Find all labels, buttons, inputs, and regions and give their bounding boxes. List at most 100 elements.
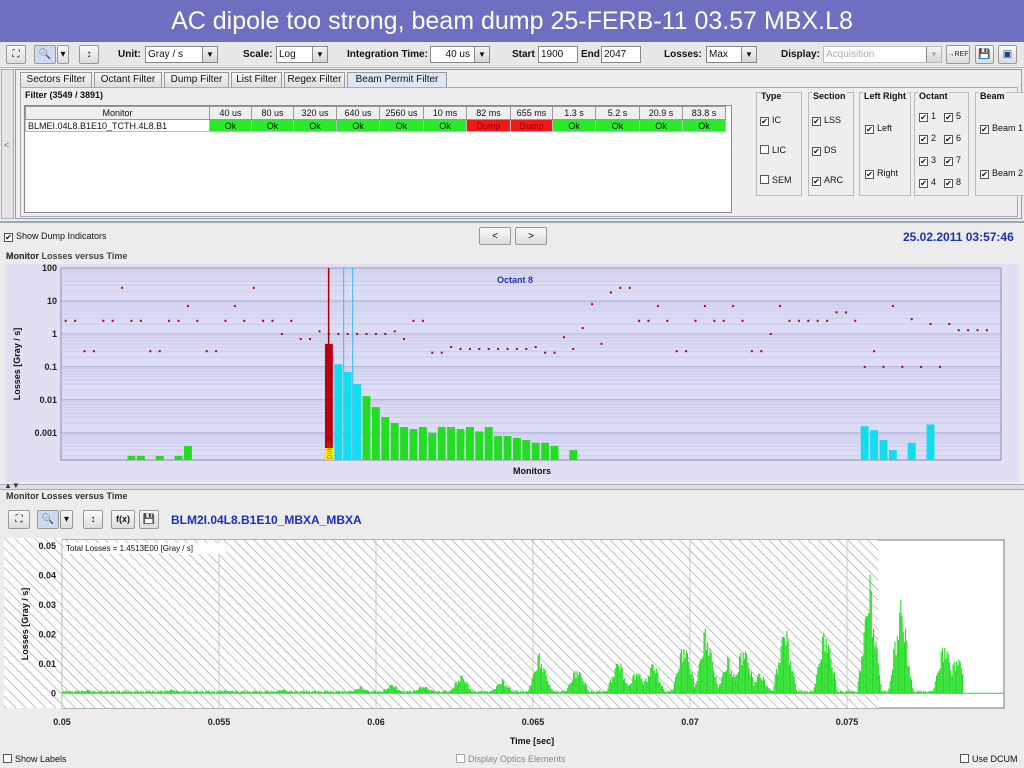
checkbox-octant-5[interactable]: ✔ 7: [944, 155, 961, 166]
checkbox-octant-2[interactable]: ✔ 2: [919, 133, 936, 144]
bar[interactable]: [400, 427, 409, 460]
save-icon[interactable]: 💾: [975, 45, 994, 64]
splitter[interactable]: [0, 484, 1024, 490]
bar[interactable]: [127, 455, 136, 460]
collapse-handle[interactable]: <: [1, 69, 14, 219]
bar[interactable]: [888, 450, 897, 460]
fit-view-icon-2[interactable]: ⛶: [8, 510, 30, 529]
checkbox-octant-7[interactable]: ✔ 8: [944, 177, 961, 188]
bar[interactable]: [174, 455, 183, 460]
tab-dump-filter[interactable]: Dump Filter: [164, 72, 229, 87]
bar[interactable]: [860, 426, 869, 460]
monitor-losses-chart[interactable]: 0.05 0.055 0.06 0.065 0.07 0.075 0.05 0.04 0.03 0…: [4, 538, 1020, 750]
tab-list-filter[interactable]: List Filter: [231, 72, 282, 87]
checkbox-type-1[interactable]: LIC: [760, 145, 786, 155]
checkbox-type-0[interactable]: ✔ IC: [760, 115, 781, 126]
display-select[interactable]: Acquisition ▼: [823, 46, 942, 63]
zoom-icon[interactable]: 🔍: [34, 45, 56, 64]
window-icon[interactable]: ▣: [998, 45, 1017, 64]
signal-bar: [629, 684, 632, 694]
checkbox-octant-1[interactable]: ✔ 5: [944, 111, 961, 122]
checkbox-icon: [456, 754, 465, 763]
checkbox-section-1[interactable]: ✔ DS: [812, 145, 837, 156]
bar[interactable]: [136, 455, 145, 460]
checkbox-section-2[interactable]: ✔ ARC: [812, 175, 843, 186]
bar[interactable]: [183, 445, 192, 460]
losses-select[interactable]: Max ▼: [706, 46, 757, 63]
checkbox-type-2[interactable]: SEM: [760, 175, 792, 185]
use-dcum-checkbox[interactable]: Use DCUM: [960, 754, 1018, 765]
bar[interactable]: [456, 429, 465, 460]
bar[interactable]: [484, 427, 493, 460]
column-header: 10 ms: [423, 106, 467, 120]
bar[interactable]: [870, 430, 879, 460]
bar[interactable]: [569, 450, 578, 460]
bar[interactable]: [926, 424, 935, 460]
bar[interactable]: [437, 427, 446, 460]
losses-bar-chart[interactable]: DUMP 100 10 1 0.1 0.01 0.001 Octant 8 Monitors Lo…: [5, 264, 1019, 482]
checkbox-beam-0[interactable]: ✔ Beam 1: [980, 123, 1023, 134]
bar[interactable]: [371, 407, 380, 460]
zoom-dropdown-icon-2[interactable]: ▾: [60, 510, 73, 529]
checkbox-leftright-1[interactable]: ✔ Right: [865, 168, 898, 179]
checkbox-octant-4[interactable]: ✔ 3: [919, 155, 936, 166]
bar[interactable]: [475, 431, 484, 460]
signal-bar: [426, 687, 428, 694]
end-spinner[interactable]: 2047: [601, 46, 641, 63]
zoom-dropdown-icon[interactable]: ▾: [57, 45, 69, 64]
bar[interactable]: [541, 442, 550, 460]
signal-bar: [581, 677, 583, 694]
splitter-arrows-icon[interactable]: ▲▼: [4, 481, 20, 490]
show-labels-text: Show Labels: [15, 754, 67, 764]
bar[interactable]: [362, 396, 371, 460]
bar[interactable]: [390, 422, 399, 460]
checkbox-octant-3[interactable]: ✔ 6: [944, 133, 961, 144]
next-button[interactable]: >: [515, 227, 547, 245]
bar[interactable]: [418, 427, 427, 460]
checkbox-section-0[interactable]: ✔ LSS: [812, 115, 841, 126]
bar[interactable]: [494, 436, 503, 460]
bar[interactable]: [409, 429, 418, 460]
integration-select[interactable]: 40 us ▼: [430, 46, 490, 63]
unit-select[interactable]: Gray / s ▼: [145, 46, 218, 63]
tab-beam-permit-filter[interactable]: Beam Permit Filter: [347, 72, 447, 87]
bar[interactable]: [522, 440, 531, 460]
bar[interactable]: [512, 437, 521, 460]
scale-select[interactable]: Log ▼: [276, 46, 328, 63]
checkbox-leftright-0[interactable]: ✔ Left: [865, 123, 892, 134]
save-icon-2[interactable]: 💾: [139, 510, 159, 529]
bar[interactable]: [155, 455, 164, 460]
signal-bar: [651, 663, 653, 694]
display-optics-checkbox[interactable]: Display Optics Elements: [456, 754, 566, 765]
start-spinner[interactable]: 1900: [538, 46, 578, 63]
show-dump-checkbox[interactable]: ✔ Show Dump Indicators: [4, 231, 107, 242]
tab-octant-filter[interactable]: Octant Filter: [94, 72, 162, 87]
bar[interactable]: [907, 442, 916, 460]
bar[interactable]: [353, 384, 362, 460]
checkbox-beam-1[interactable]: ✔ Beam 2: [980, 168, 1023, 179]
bar[interactable]: [447, 427, 456, 460]
bar[interactable]: [465, 427, 474, 460]
ref-button[interactable]: →REF: [946, 45, 970, 64]
bar[interactable]: [550, 445, 559, 460]
bar[interactable]: [503, 436, 512, 460]
bar[interactable]: [334, 364, 343, 460]
vertical-arrows-icon-2[interactable]: ↕: [83, 510, 103, 529]
bar[interactable]: [879, 440, 888, 460]
prev-button[interactable]: <: [479, 227, 511, 245]
vertical-arrows-icon[interactable]: ↕: [79, 45, 99, 64]
bar[interactable]: [381, 417, 390, 460]
tab-sectors-filter[interactable]: Sectors Filter: [20, 72, 92, 87]
function-button[interactable]: f(x): [111, 510, 135, 529]
checkbox-octant-6[interactable]: ✔ 4: [919, 177, 936, 188]
show-labels-checkbox[interactable]: Show Labels: [3, 754, 67, 765]
bar[interactable]: [428, 432, 437, 460]
tab-regex-filter[interactable]: Regex Filter: [284, 72, 345, 87]
chevron-down-icon: ▼: [926, 47, 941, 62]
zoom-icon-2[interactable]: 🔍: [37, 510, 59, 529]
table-row[interactable]: BLMEI.04L8.B1E10_TCTH.4L8.B1 Ok Ok Ok Ok Ok Ok…: [25, 119, 726, 132]
bar[interactable]: [343, 372, 352, 460]
fit-view-icon[interactable]: ⛶: [6, 45, 26, 64]
checkbox-octant-0[interactable]: ✔ 1: [919, 111, 936, 122]
bar[interactable]: [531, 442, 540, 460]
